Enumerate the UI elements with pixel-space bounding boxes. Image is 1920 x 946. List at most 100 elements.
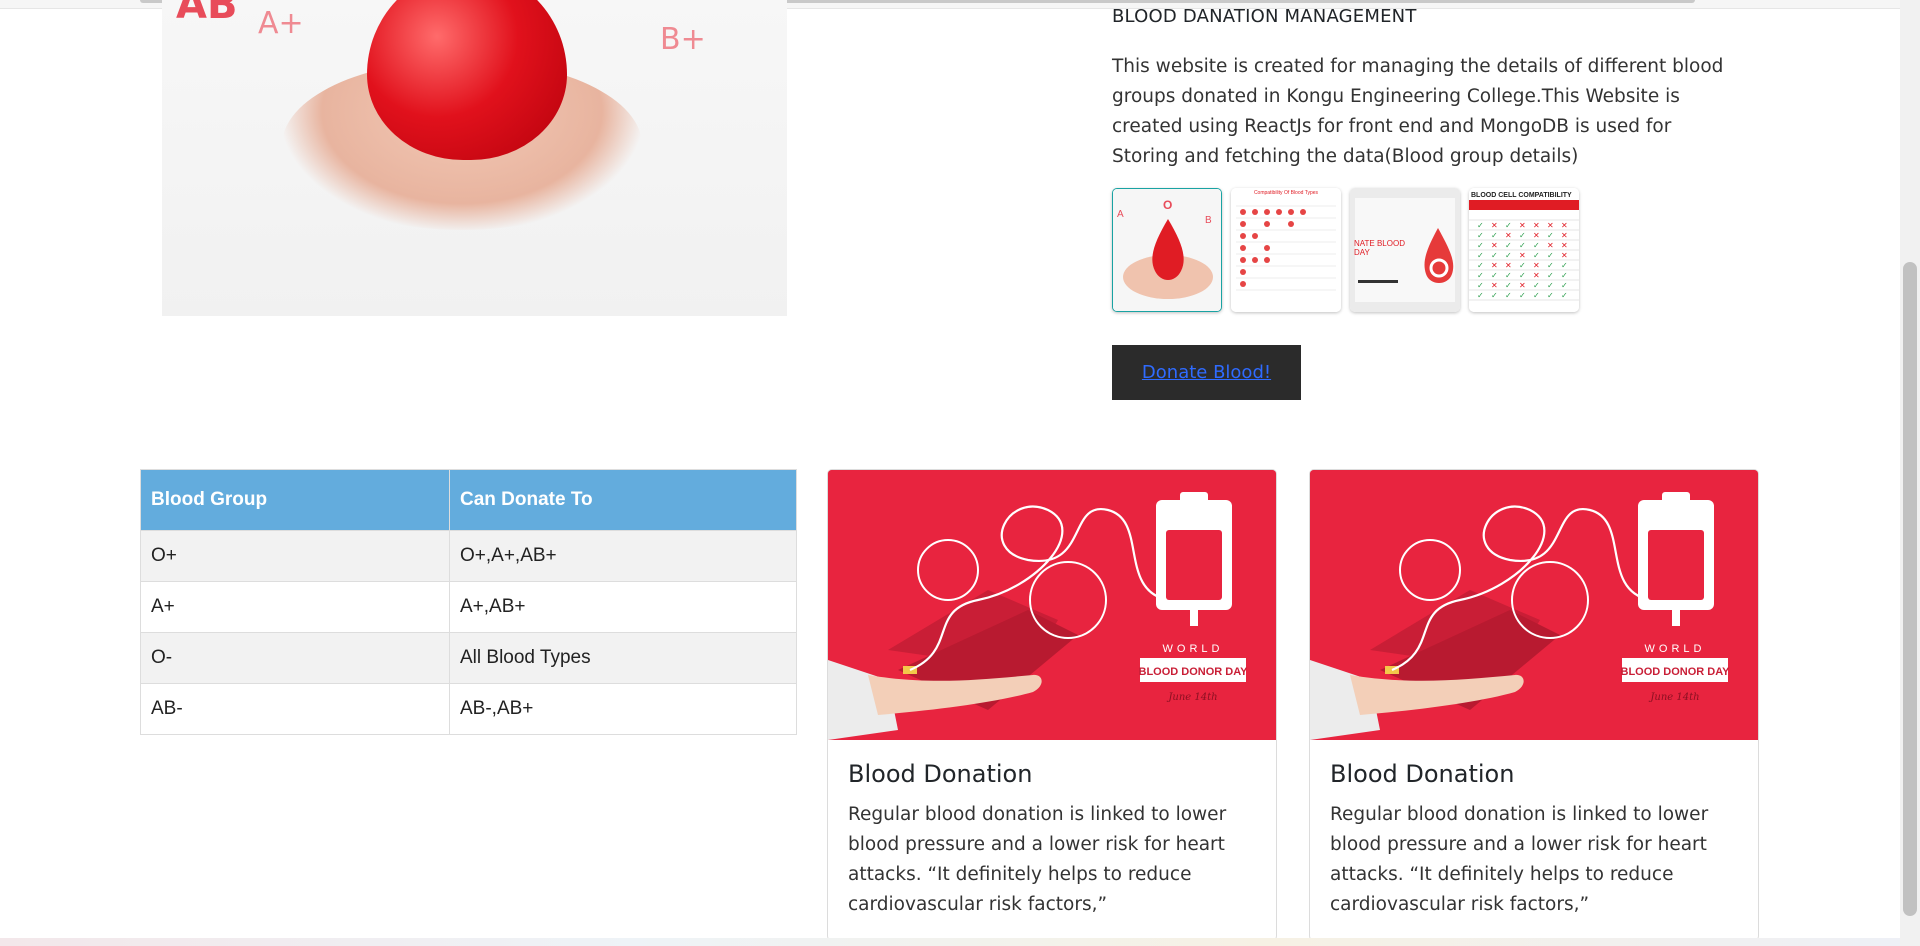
svg-text:✓: ✓ xyxy=(1477,251,1484,260)
svg-text:✕: ✕ xyxy=(1505,231,1512,240)
card-title: Blood Donation xyxy=(848,760,1033,788)
svg-text:✓: ✓ xyxy=(1505,271,1512,280)
svg-text:✓: ✓ xyxy=(1519,241,1526,250)
svg-text:✓: ✓ xyxy=(1491,231,1498,240)
page-description: This website is created for managing the… xyxy=(1112,56,1724,167)
svg-text:✕: ✕ xyxy=(1491,241,1498,250)
svg-text:✓: ✓ xyxy=(1477,281,1484,290)
svg-text:✓: ✓ xyxy=(1519,231,1526,240)
svg-text:✓: ✓ xyxy=(1533,241,1540,250)
svg-text:✓: ✓ xyxy=(1505,241,1512,250)
donate-blood-day-thumbnail[interactable]: NATE BLOOD DAY xyxy=(1350,188,1460,312)
table-row: O+ O+,A+,AB+ xyxy=(140,530,797,582)
svg-text:B: B xyxy=(1205,215,1212,226)
donate-blood-button[interactable]: Donate Blood! xyxy=(1112,345,1301,400)
cell-blood-group: A+ xyxy=(140,581,450,633)
svg-text:✕: ✕ xyxy=(1491,221,1498,230)
blood-donor-day-text: BLOOD DONOR DAY xyxy=(1139,666,1249,678)
blood-donor-day-text: BLOOD DONOR DAY xyxy=(1621,666,1731,678)
cell-can-donate-to: AB-,AB+ xyxy=(449,683,797,735)
blood-cell-compatibility-thumbnail[interactable]: BLOOD CELL COMPATIBILITY ✓ ✕ ✓ ✕ ✕ ✕ ✕ ✓ ✓ ✕ ✓ ✕ ✓ ✕… xyxy=(1469,188,1579,312)
svg-text:✓: ✓ xyxy=(1477,241,1484,250)
svg-text:✓: ✓ xyxy=(1519,291,1526,300)
svg-text:✓: ✓ xyxy=(1547,271,1554,280)
svg-text:A: A xyxy=(1117,209,1124,220)
svg-text:✓: ✓ xyxy=(1505,221,1512,230)
cell-can-donate-to: O+,A+,AB+ xyxy=(449,530,797,582)
svg-text:✓: ✓ xyxy=(1533,281,1540,290)
cell-blood-group: O+ xyxy=(140,530,450,582)
svg-text:✕: ✕ xyxy=(1491,281,1498,290)
hero-label-b-plus: B+ xyxy=(660,22,706,57)
svg-text:✕: ✕ xyxy=(1505,261,1512,270)
table-row: AB- AB-,AB+ xyxy=(140,683,797,735)
svg-text:✕: ✕ xyxy=(1547,241,1554,250)
svg-text:BLOOD CELL COMPATIBILITY: BLOOD CELL COMPATIBILITY xyxy=(1471,192,1572,199)
svg-text:✕: ✕ xyxy=(1533,271,1540,280)
svg-text:✕: ✕ xyxy=(1533,231,1540,240)
table-header-row: Blood Group Can Donate To xyxy=(140,469,797,531)
svg-text:✓: ✓ xyxy=(1547,231,1554,240)
world-text: WORLD xyxy=(1163,643,1224,655)
hero-label-a-plus: A+ xyxy=(258,6,304,41)
svg-text:NATE BLOOD: NATE BLOOD xyxy=(1354,239,1405,248)
june-14-text: June 14th xyxy=(1166,692,1217,703)
svg-text:✓: ✓ xyxy=(1505,251,1512,260)
card-body: Regular blood donation is linked to lowe… xyxy=(848,804,1227,915)
svg-text:✓: ✓ xyxy=(1491,291,1498,300)
svg-text:✓: ✓ xyxy=(1547,261,1554,270)
svg-text:✓: ✓ xyxy=(1505,291,1512,300)
svg-text:✓: ✓ xyxy=(1477,271,1484,280)
svg-text:✕: ✕ xyxy=(1533,221,1540,230)
svg-text:✓: ✓ xyxy=(1561,271,1568,280)
world-blood-donor-day-image: WORLD BLOOD DONOR DAY June 14th xyxy=(828,470,1276,740)
svg-text:✕: ✕ xyxy=(1491,261,1498,270)
svg-text:✓: ✓ xyxy=(1519,261,1526,270)
svg-text:DAY: DAY xyxy=(1354,248,1371,257)
table-row: A+ A+,AB+ xyxy=(140,581,797,633)
svg-text:✓: ✓ xyxy=(1533,291,1540,300)
card-body: Regular blood donation is linked to lowe… xyxy=(1330,804,1709,915)
svg-text:✓: ✓ xyxy=(1505,281,1512,290)
svg-text:✕: ✕ xyxy=(1533,261,1540,270)
svg-text:✓: ✓ xyxy=(1519,271,1526,280)
svg-text:✓: ✓ xyxy=(1547,251,1554,260)
svg-text:O: O xyxy=(1163,198,1172,212)
page-scrollbar[interactable] xyxy=(1900,0,1920,946)
scrollbar-thumb[interactable] xyxy=(1903,262,1917,916)
svg-text:✓: ✓ xyxy=(1561,291,1568,300)
svg-text:✕: ✕ xyxy=(1519,251,1526,260)
donate-blood-link[interactable]: Donate Blood! xyxy=(1142,362,1271,383)
svg-text:✓: ✓ xyxy=(1477,291,1484,300)
svg-text:✕: ✕ xyxy=(1519,281,1526,290)
svg-text:✓: ✓ xyxy=(1491,271,1498,280)
table-row: O- All Blood Types xyxy=(140,632,797,684)
header-can-donate-to: Can Donate To xyxy=(449,469,797,531)
cell-blood-group: AB- xyxy=(140,683,450,735)
blood-drop-hands-thumbnail[interactable]: O A B xyxy=(1112,188,1222,312)
cell-can-donate-to: All Blood Types xyxy=(449,632,797,684)
svg-text:✓: ✓ xyxy=(1491,251,1498,260)
bottom-edge xyxy=(0,938,1900,946)
world-text: WORLD xyxy=(1645,643,1706,655)
compatibility-chart-thumbnail[interactable]: Compatibility Of Blood Types xyxy=(1231,188,1341,312)
svg-text:✓: ✓ xyxy=(1477,231,1484,240)
svg-text:✕: ✕ xyxy=(1547,221,1554,230)
svg-text:✓: ✓ xyxy=(1477,261,1484,270)
blood-group-table: Blood Group Can Donate To O+ O+,A+,AB+ A… xyxy=(140,469,797,735)
june-14-text: June 14th xyxy=(1648,692,1699,703)
svg-text:✓: ✓ xyxy=(1547,291,1554,300)
svg-text:✕: ✕ xyxy=(1561,251,1568,260)
cell-blood-group: O- xyxy=(140,632,450,684)
card-title: Blood Donation xyxy=(1330,760,1515,788)
hero-blood-drop-image: AB A+ B+ xyxy=(162,0,787,316)
blood-donation-card: WORLD BLOOD DONOR DAY June 14th Blood Do… xyxy=(1309,469,1759,941)
hero-label-ab: AB xyxy=(176,0,238,28)
svg-text:✓: ✓ xyxy=(1533,251,1540,260)
svg-text:✓: ✓ xyxy=(1561,261,1568,270)
header-blood-group: Blood Group xyxy=(140,469,450,531)
svg-text:✕: ✕ xyxy=(1561,221,1568,230)
svg-text:✓: ✓ xyxy=(1547,281,1554,290)
blood-drop-graphic xyxy=(367,0,567,160)
world-blood-donor-day-image: WORLD BLOOD DONOR DAY June 14th xyxy=(1310,470,1758,740)
